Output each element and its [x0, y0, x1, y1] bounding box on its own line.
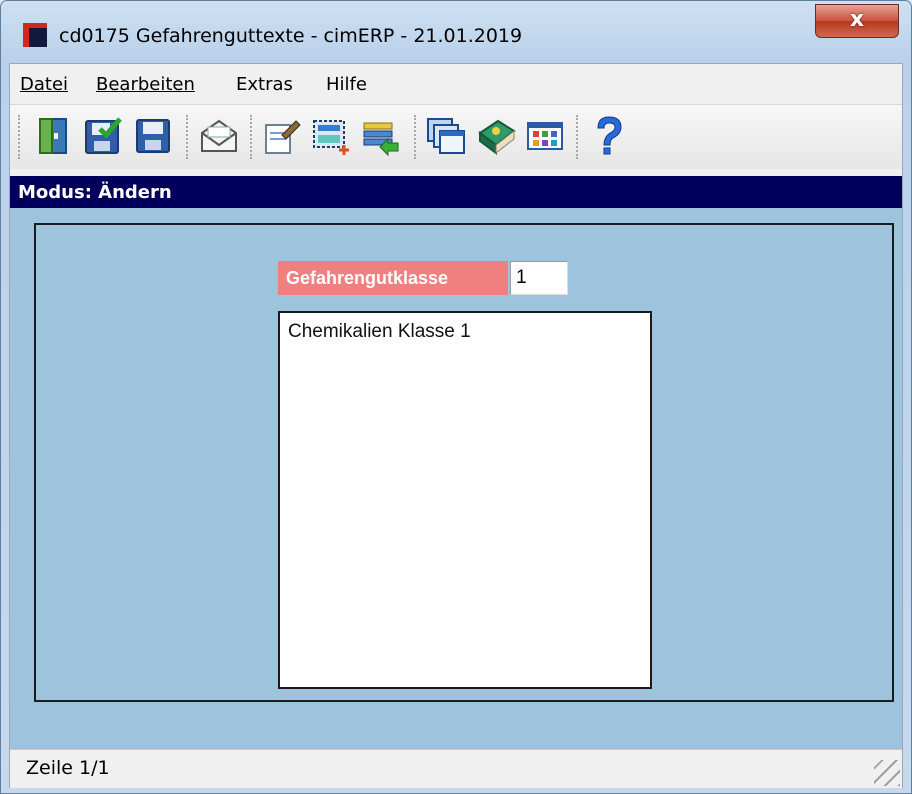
menu-datei[interactable]: Datei — [20, 74, 68, 95]
status-text: Zeile 1/1 — [26, 757, 110, 779]
app-window: cd0175 Gefahrenguttexte - cimERP - 21.01… — [0, 0, 912, 794]
title-bar[interactable]: cd0175 Gefahrenguttexte - cimERP - 21.01… — [1, 1, 911, 63]
edit-document-icon — [265, 120, 301, 154]
toolbar-separator — [576, 115, 582, 159]
save-button[interactable] — [132, 115, 174, 157]
import-list-icon — [363, 122, 399, 157]
content-area: Gefahrengutklasse 1 Chemikalien Klasse 1 — [10, 208, 902, 749]
resize-grip[interactable] — [874, 760, 900, 786]
grid-button[interactable] — [524, 115, 566, 157]
window-title: cd0175 Gefahrenguttexte - cimERP - 21.01… — [59, 25, 523, 47]
save-confirm-icon — [85, 117, 122, 154]
toolbar-separator — [250, 115, 256, 159]
toolbar-separator — [414, 115, 420, 159]
toolbar-grip[interactable] — [18, 115, 24, 159]
form-panel: Gefahrengutklasse 1 Chemikalien Klasse 1 — [34, 223, 894, 702]
import-list-button[interactable] — [360, 115, 402, 157]
new-record-icon — [313, 120, 349, 155]
grid-table-icon — [527, 122, 563, 150]
menu-hilfe[interactable]: Hilfe — [326, 74, 367, 95]
mode-bar: Modus: Ändern — [10, 176, 902, 208]
book-button[interactable] — [476, 115, 518, 157]
menu-bearbeiten[interactable]: Bearbeiten — [96, 74, 195, 95]
help-button[interactable] — [588, 115, 630, 157]
hazard-class-input[interactable]: 1 — [510, 261, 568, 295]
mode-label: Modus: Ändern — [18, 182, 172, 203]
help-icon — [597, 116, 622, 155]
hazard-class-label: Gefahrengutklasse — [278, 261, 508, 295]
new-record-button[interactable] — [310, 115, 352, 157]
close-icon: x — [849, 7, 865, 32]
mail-envelope-icon — [201, 119, 237, 152]
status-bar: Zeile 1/1 — [10, 749, 902, 788]
hazard-text-area[interactable]: Chemikalien Klasse 1 — [278, 311, 652, 689]
exit-door-icon — [39, 118, 67, 154]
close-button[interactable]: x — [815, 4, 899, 38]
book-icon — [478, 119, 516, 155]
save-icon — [136, 119, 170, 153]
save-confirm-button[interactable] — [82, 115, 124, 157]
client-area: Datei Bearbeiten Extras Hilfe Modus: Änd… — [9, 63, 903, 788]
menu-bar: Datei Bearbeiten Extras Hilfe — [10, 64, 902, 104]
mail-button[interactable] — [198, 115, 240, 157]
app-logo-icon[interactable] — [23, 23, 47, 47]
windows-button[interactable] — [424, 115, 466, 157]
toolbar-separator — [186, 115, 192, 159]
toolbar — [10, 104, 902, 169]
menu-extras[interactable]: Extras — [236, 74, 293, 95]
exit-button[interactable] — [32, 115, 74, 157]
edit-document-button[interactable] — [260, 115, 302, 157]
windows-cascade-icon — [427, 118, 465, 154]
